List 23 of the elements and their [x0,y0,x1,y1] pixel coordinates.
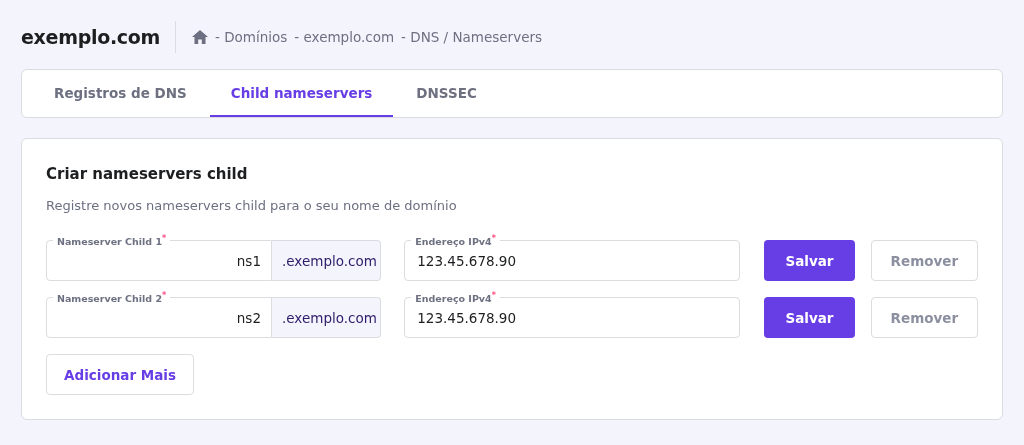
breadcrumb-link[interactable]: - DNS / Nameservers [401,29,543,45]
tab[interactable]: DNSSEC [395,70,498,117]
save-button[interactable]: Salvar [764,240,855,281]
field-value: 123.45.678.90 [417,252,517,269]
remove-button[interactable]: Remover [870,297,978,338]
field-value: ns1 [236,252,261,269]
page-title: exemplo.com [21,26,161,48]
breadcrumb-link[interactable]: - exemplo.com [294,29,395,45]
remove-button[interactable]: Remover [870,240,978,281]
field-label: Endereço IPv4$^{*}$ [411,233,500,249]
card-title: Criar nameservers child [46,165,249,183]
save-button[interactable]: Salvar [764,297,855,338]
tab[interactable]: Registros de DNS [33,70,208,117]
add-more-button[interactable]: Adicionar Mais [46,354,194,395]
field-value: ns2 [236,309,261,326]
home-icon[interactable] [192,30,209,44]
tab[interactable]: Child nameservers [209,70,394,117]
field-value: 123.45.678.90 [417,309,517,326]
domain-suffix: .exemplo.com [272,297,382,338]
card-description: Registre novos nameservers child para o seu nome de domínio [46,198,458,213]
field-label: Endereço IPv4$^{*}$ [411,290,500,306]
breadcrumb-link[interactable]: - Domínios [215,29,288,45]
domain-suffix: .exemplo.com [272,240,382,281]
